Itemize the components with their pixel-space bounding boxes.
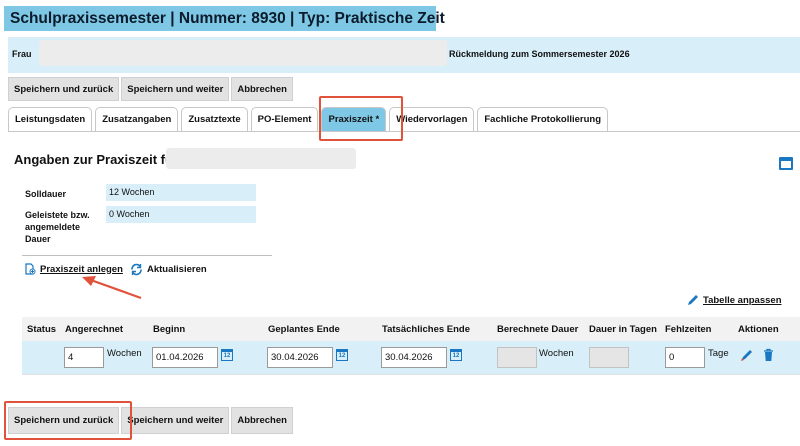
save-and-next-button[interactable]: Speichern und weiter bbox=[121, 407, 230, 434]
info-value: 0 Wochen bbox=[106, 206, 256, 223]
tab-bar: Leistungsdaten Zusatzangaben Zusatztexte… bbox=[8, 107, 609, 132]
edit-icon[interactable] bbox=[740, 348, 754, 362]
save-and-next-button[interactable]: Speichern und weiter bbox=[121, 77, 230, 101]
credited-unit: Wochen bbox=[107, 348, 142, 359]
tab-po-element[interactable]: PO-Element bbox=[250, 107, 319, 131]
duration-days-field bbox=[589, 347, 629, 368]
page-title-bar: Schulpraxissemester | Nummer: 8930 | Typ… bbox=[4, 6, 445, 31]
refresh-label: Aktualisieren bbox=[147, 264, 207, 275]
credited-input[interactable]: 4 bbox=[64, 347, 104, 368]
actual-end-input[interactable]: 30.04.2026 bbox=[381, 347, 447, 368]
redacted-name bbox=[39, 40, 447, 66]
person-info-bar: Frau Rückmeldung zum Sommersemester 2026 bbox=[8, 37, 800, 73]
col-absence: Fehlzeiten bbox=[665, 324, 712, 335]
col-actual-end: Tatsächliches Ende bbox=[382, 324, 470, 335]
tab-zusatzangaben[interactable]: Zusatzangaben bbox=[95, 107, 179, 131]
col-actions: Aktionen bbox=[738, 324, 779, 335]
begin-date-input[interactable]: 01.04.2026 bbox=[152, 347, 218, 368]
col-duration-days: Dauer in Tagen bbox=[589, 324, 657, 335]
absence-input[interactable]: 0 bbox=[665, 347, 705, 368]
col-credited: Angerechnet bbox=[65, 324, 124, 335]
col-status: Status bbox=[27, 324, 57, 335]
redacted-section-name bbox=[166, 148, 356, 169]
calc-duration-field bbox=[497, 347, 537, 368]
info-divider bbox=[22, 255, 272, 256]
cancel-button[interactable]: Abbrechen bbox=[231, 407, 293, 434]
calc-duration-unit: Wochen bbox=[539, 348, 574, 359]
info-label: Solldauer bbox=[25, 189, 67, 199]
planned-end-input[interactable]: 30.04.2026 bbox=[267, 347, 333, 368]
table-header: Status Angerechnet Beginn Geplantes Ende… bbox=[22, 317, 800, 341]
top-toolbar: Speichern und zurück Speichern und weite… bbox=[8, 77, 293, 101]
cancel-button[interactable]: Abbrechen bbox=[231, 77, 293, 101]
tab-zusatztexte[interactable]: Zusatztexte bbox=[181, 107, 248, 131]
calendar-icon[interactable]: 12 bbox=[336, 349, 348, 361]
table-row: 4 Wochen 01.04.2026 12 30.04.2026 12 30.… bbox=[22, 341, 800, 374]
table-divider bbox=[22, 374, 800, 375]
create-practice-time-label: Praxiszeit anlegen bbox=[40, 263, 123, 275]
section-title: Angaben zur Praxiszeit für bbox=[14, 152, 178, 167]
col-planned-end: Geplantes Ende bbox=[268, 324, 340, 335]
adjust-table-link[interactable]: Tabelle anpassen bbox=[686, 294, 782, 307]
pencil-icon bbox=[688, 295, 698, 305]
tab-divider bbox=[8, 131, 800, 132]
practice-time-table: Status Angerechnet Beginn Geplantes Ende… bbox=[22, 317, 800, 374]
col-begin: Beginn bbox=[153, 324, 186, 335]
absence-unit: Tage bbox=[708, 348, 729, 359]
highlight-box-tab bbox=[319, 96, 403, 141]
tab-fachliche-protokollierung[interactable]: Fachliche Protokollierung bbox=[477, 107, 609, 131]
info-row: Geleistete bzw. angemeldete Dauer 0 Woch… bbox=[22, 206, 272, 249]
info-label: Geleistete bzw. angemeldete Dauer bbox=[25, 210, 90, 244]
create-practice-time-link[interactable]: Praxiszeit anlegen bbox=[24, 263, 123, 275]
save-and-back-button[interactable]: Speichern und zurück bbox=[8, 77, 120, 101]
col-calc-duration: Berechnete Dauer bbox=[497, 324, 579, 335]
highlight-box-save bbox=[4, 401, 132, 440]
semester-feedback: Rückmeldung zum Sommersemester 2026 bbox=[449, 49, 630, 59]
window-icon[interactable] bbox=[779, 157, 793, 170]
calendar-icon[interactable]: 12 bbox=[221, 349, 233, 361]
info-value: 12 Wochen bbox=[106, 184, 256, 201]
refresh-icon bbox=[131, 263, 142, 276]
page-title: Schulpraxissemester | Nummer: 8930 | Typ… bbox=[10, 10, 445, 27]
trash-icon[interactable] bbox=[762, 348, 775, 362]
calendar-icon[interactable]: 12 bbox=[450, 349, 462, 361]
refresh-link[interactable]: Aktualisieren bbox=[130, 263, 207, 276]
duration-info-table: Solldauer 12 Wochen Geleistete bzw. ange… bbox=[22, 184, 272, 256]
person-salutation: Frau bbox=[12, 49, 32, 59]
adjust-table-label: Tabelle anpassen bbox=[703, 295, 782, 306]
tab-leistungsdaten[interactable]: Leistungsdaten bbox=[8, 107, 93, 131]
document-add-icon bbox=[25, 263, 36, 275]
info-row: Solldauer 12 Wochen bbox=[22, 184, 272, 204]
